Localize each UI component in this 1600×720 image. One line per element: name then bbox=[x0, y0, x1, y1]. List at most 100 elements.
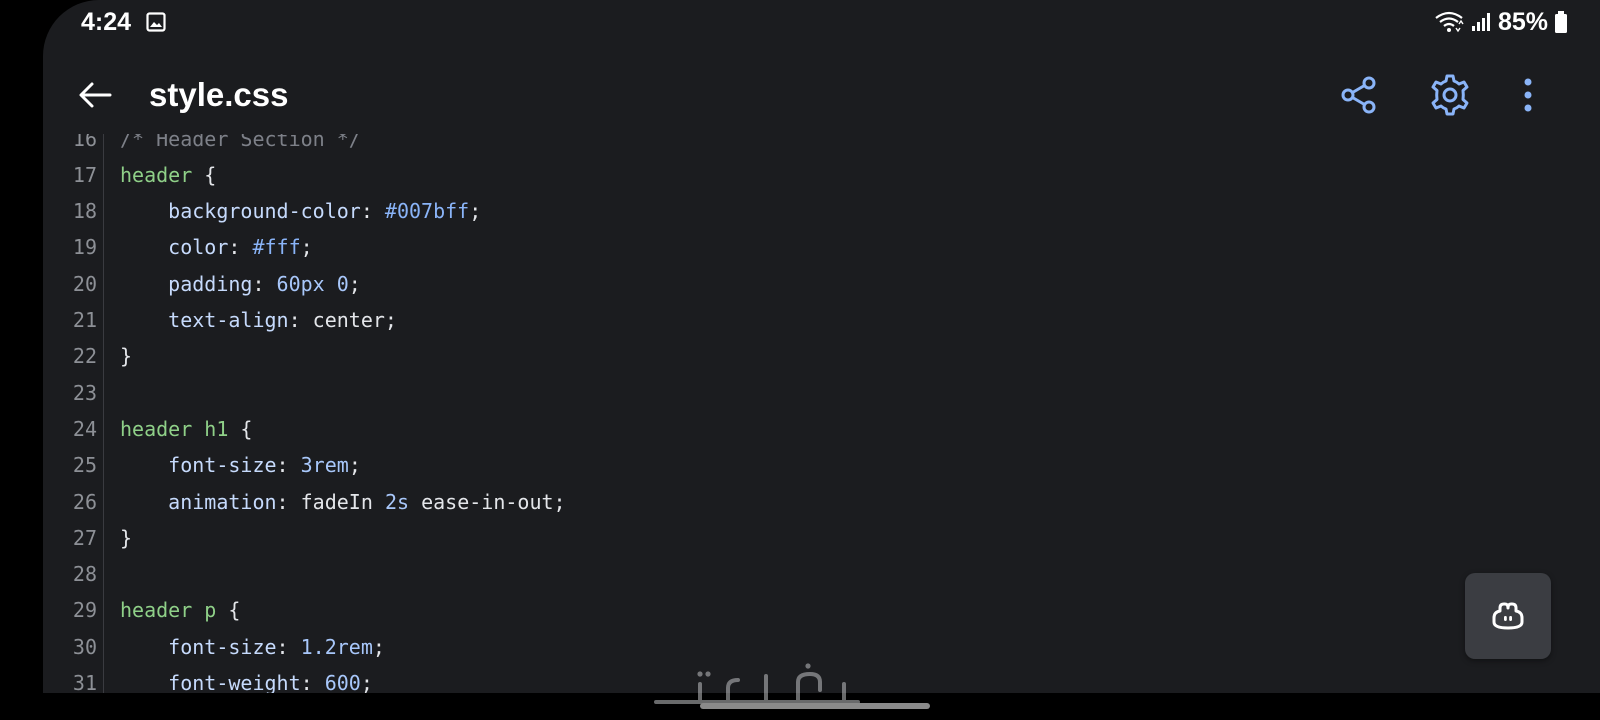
line-number: 18 bbox=[72, 199, 97, 224]
settings-button[interactable] bbox=[1424, 69, 1476, 121]
line-code: animation: fadeIn 2s ease-in-out; bbox=[120, 489, 566, 514]
status-icons: 85% bbox=[1434, 8, 1568, 36]
line-code: background-color: #007bff; bbox=[120, 199, 481, 223]
code-token: ; bbox=[384, 308, 397, 332]
line-number: 17 bbox=[72, 162, 97, 187]
code-token: : bbox=[228, 235, 253, 260]
assistant-face-icon bbox=[1492, 602, 1524, 630]
file-title: style.css bbox=[149, 76, 289, 113]
share-button[interactable] bbox=[1333, 69, 1385, 121]
code-line[interactable]: 30 font-size: 1.2rem; bbox=[43, 628, 1600, 665]
code-token: : bbox=[276, 453, 301, 478]
code-token: color bbox=[120, 235, 229, 260]
code-line[interactable]: 26 animation: fadeIn 2s ease-in-out; bbox=[43, 483, 1600, 520]
code-token: : bbox=[276, 634, 301, 659]
code-token: 600 bbox=[324, 671, 361, 693]
code-token: : bbox=[300, 671, 325, 693]
code-token: : bbox=[252, 271, 277, 296]
signal-icon bbox=[1471, 13, 1490, 31]
code-line[interactable]: 20 padding: 60px 0; bbox=[43, 265, 1600, 302]
code-token: fadeIn bbox=[300, 489, 385, 514]
code-token: text-align bbox=[120, 308, 289, 332]
code-token: center bbox=[312, 308, 385, 332]
code-token: : bbox=[288, 308, 313, 332]
line-number: 28 bbox=[72, 562, 97, 587]
wifi-icon bbox=[1435, 11, 1464, 33]
line-code: padding: 60px 0; bbox=[120, 272, 361, 296]
line-number: 19 bbox=[72, 235, 97, 260]
line-number: 30 bbox=[72, 634, 97, 659]
code-token: padding bbox=[120, 271, 253, 296]
settings-icon bbox=[1431, 74, 1469, 116]
share-icon bbox=[1341, 76, 1376, 114]
code-token: } bbox=[120, 525, 133, 550]
line-code: font-size: 3rem; bbox=[120, 453, 361, 477]
navigation-handle[interactable] bbox=[700, 703, 930, 709]
line-code: font-size: 1.2rem; bbox=[120, 635, 385, 659]
code-token: 1.2rem bbox=[300, 634, 373, 659]
line-number: 25 bbox=[72, 453, 97, 478]
line-number: 21 bbox=[72, 308, 97, 332]
code-token: animation bbox=[120, 489, 277, 514]
line-code: header { bbox=[120, 163, 216, 187]
code-token: font-size bbox=[120, 453, 277, 478]
code-token: ; bbox=[300, 235, 313, 260]
code-token: #fff bbox=[252, 235, 301, 260]
line-number: 29 bbox=[72, 598, 97, 623]
arrow-back-icon bbox=[79, 82, 112, 108]
code-token: header h1 bbox=[120, 416, 229, 441]
code-token: font-weight bbox=[120, 671, 301, 693]
line-code: font-weight: 600; bbox=[120, 671, 373, 693]
code-line[interactable]: 21 text-align: center; bbox=[43, 302, 1600, 339]
code-line[interactable]: 22} bbox=[43, 338, 1600, 375]
code-token: 3rem bbox=[300, 453, 349, 478]
code-token: 60px 0 bbox=[276, 271, 349, 296]
code-line[interactable]: 27} bbox=[43, 519, 1600, 556]
more-options-button[interactable] bbox=[1502, 69, 1554, 121]
line-code: } bbox=[120, 344, 132, 368]
code-token: ; bbox=[360, 671, 373, 693]
code-token: : bbox=[360, 199, 385, 224]
code-editor[interactable]: 16/* Header Section */17 header {18 backg… bbox=[43, 122, 1600, 693]
assistant-button[interactable] bbox=[1465, 573, 1551, 659]
code-line[interactable]: 17 header { bbox=[43, 156, 1600, 193]
line-code: text-align: center; bbox=[120, 308, 397, 332]
code-line[interactable]: 19 color: #fff; bbox=[43, 229, 1600, 266]
code-token: 2s bbox=[384, 489, 410, 514]
code-line[interactable]: 23 bbox=[43, 374, 1600, 411]
code-token: { bbox=[192, 162, 217, 187]
line-code: color: #fff; bbox=[120, 235, 313, 259]
battery-percentage: 85% bbox=[1497, 8, 1548, 36]
code-token: { bbox=[228, 416, 253, 441]
more-vert-icon bbox=[1524, 78, 1532, 112]
gallery-icon bbox=[146, 12, 166, 32]
line-number: 31 bbox=[72, 671, 97, 693]
code-token: { bbox=[216, 598, 241, 623]
code-token: ; bbox=[553, 489, 566, 514]
line-number: 23 bbox=[72, 380, 97, 405]
code-token: background-color bbox=[120, 199, 361, 224]
code-token: font-size bbox=[120, 634, 277, 659]
back-button[interactable] bbox=[73, 73, 117, 117]
line-code: header h1 { bbox=[120, 417, 252, 441]
code-line[interactable]: 18 background-color: #007bff; bbox=[43, 193, 1600, 230]
battery-icon bbox=[1555, 11, 1567, 33]
code-line[interactable]: 29 header p { bbox=[43, 592, 1600, 629]
status-time: 4:24 bbox=[81, 8, 132, 36]
code-token: ; bbox=[469, 199, 482, 224]
code-token: : bbox=[276, 489, 301, 514]
code-line[interactable]: 24 header h1 { bbox=[43, 410, 1600, 447]
line-code: } bbox=[120, 526, 132, 550]
line-number: 20 bbox=[72, 271, 97, 296]
code-token: ; bbox=[372, 634, 385, 659]
code-token: ; bbox=[348, 453, 361, 478]
line-code: header p { bbox=[120, 598, 240, 622]
code-line[interactable]: 28 bbox=[43, 556, 1600, 593]
line-number: 27 bbox=[72, 525, 97, 550]
code-line[interactable]: 25 font-size: 3rem; bbox=[43, 447, 1600, 484]
code-token: header p bbox=[120, 598, 217, 623]
code-token: header bbox=[120, 162, 193, 187]
line-number: 26 bbox=[72, 489, 97, 514]
code-token: } bbox=[120, 344, 133, 369]
app-bar: style.css bbox=[43, 56, 1600, 134]
